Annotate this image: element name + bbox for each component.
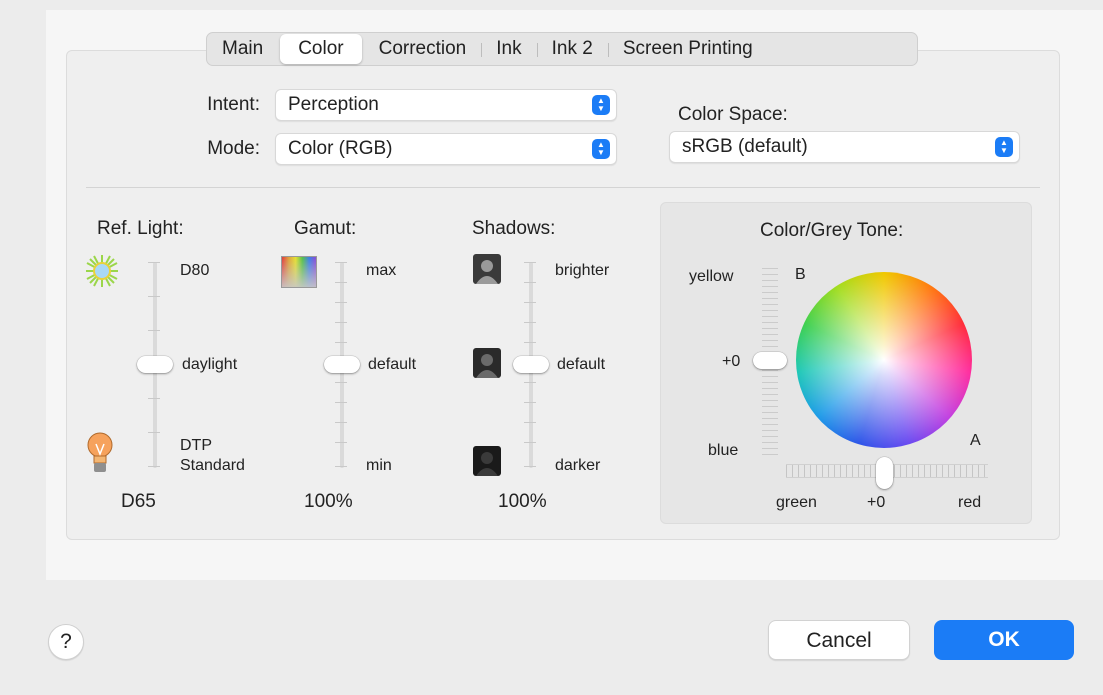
cancel-button[interactable]: Cancel bbox=[768, 620, 910, 660]
sun-icon bbox=[84, 253, 120, 294]
color-wheel[interactable] bbox=[796, 272, 972, 448]
silhouette-icon bbox=[473, 254, 501, 284]
tone-vertical-slider-knob[interactable] bbox=[753, 352, 787, 369]
shadows-mid-label: default bbox=[557, 356, 606, 373]
tab-color[interactable]: Color bbox=[280, 34, 362, 64]
gamut-heading: Gamut: bbox=[294, 218, 357, 239]
gamut-top-label: max bbox=[366, 262, 397, 279]
tab-correction[interactable]: Correction bbox=[364, 34, 482, 64]
ref-light-bottom-label-1: DTP bbox=[180, 437, 212, 454]
tab-ink[interactable]: Ink bbox=[481, 34, 536, 64]
intent-value: Perception bbox=[288, 94, 379, 115]
mode-label: Mode: bbox=[207, 138, 260, 159]
gamut-bottom-label: min bbox=[366, 457, 392, 474]
tone-a-label: A bbox=[970, 432, 981, 449]
tab-main[interactable]: Main bbox=[207, 34, 278, 64]
ref-light-top-label: D80 bbox=[180, 262, 210, 279]
color-space-label: Color Space: bbox=[678, 104, 788, 125]
shadows-top-label: brighter bbox=[555, 262, 610, 279]
color-space-value: sRGB (default) bbox=[682, 136, 808, 157]
shadows-value: 100% bbox=[498, 491, 547, 512]
tone-zero-label: +0 bbox=[722, 353, 741, 370]
tone-yellow-label: yellow bbox=[689, 268, 734, 285]
intent-popup[interactable]: Perception ▲ ▼ bbox=[275, 89, 617, 121]
gamut-slider-knob[interactable] bbox=[324, 356, 360, 373]
ref-light-mid-label: daylight bbox=[182, 356, 238, 373]
tab-bar: Main Color Correction Ink Ink 2 Screen P… bbox=[206, 32, 918, 66]
tone-green-label: green bbox=[776, 494, 817, 511]
help-button[interactable]: ? bbox=[48, 624, 84, 660]
shadows-heading: Shadows: bbox=[472, 218, 556, 239]
tab-screen-printing[interactable]: Screen Printing bbox=[607, 34, 768, 64]
mode-popup[interactable]: Color (RGB) ▲ ▼ bbox=[275, 133, 617, 165]
divider bbox=[86, 187, 1040, 188]
color-grey-tone-heading: Color/Grey Tone: bbox=[760, 220, 904, 241]
tone-red-label: red bbox=[958, 494, 982, 511]
popup-stepper-icon: ▲ ▼ bbox=[592, 95, 610, 115]
ref-light-bottom-label-2: Standard bbox=[180, 457, 245, 474]
shadows-bottom-label: darker bbox=[555, 457, 601, 474]
gamut-value: 100% bbox=[304, 491, 353, 512]
ref-light-value: D65 bbox=[121, 491, 156, 512]
intent-label: Intent: bbox=[207, 94, 260, 115]
bulb-icon bbox=[86, 432, 114, 479]
ref-light-slider-knob[interactable] bbox=[137, 356, 173, 373]
color-space-popup[interactable]: sRGB (default) ▲ ▼ bbox=[669, 131, 1020, 163]
gamut-icon bbox=[281, 256, 317, 288]
silhouette-icon bbox=[473, 348, 501, 378]
tone-horizontal-slider-knob[interactable] bbox=[876, 457, 893, 489]
silhouette-icon bbox=[473, 446, 501, 476]
popup-stepper-icon: ▲ ▼ bbox=[995, 137, 1013, 157]
tone-h-zero-label: +0 bbox=[867, 494, 886, 511]
ref-light-heading: Ref. Light: bbox=[97, 218, 184, 239]
tab-ink-2[interactable]: Ink 2 bbox=[536, 34, 608, 64]
shadows-slider-knob[interactable] bbox=[513, 356, 549, 373]
ok-button[interactable]: OK bbox=[934, 620, 1074, 660]
gamut-mid-label: default bbox=[368, 356, 417, 373]
tone-blue-label: blue bbox=[708, 442, 739, 459]
tone-b-label: B bbox=[795, 266, 806, 283]
mode-value: Color (RGB) bbox=[288, 138, 393, 159]
popup-stepper-icon: ▲ ▼ bbox=[592, 139, 610, 159]
